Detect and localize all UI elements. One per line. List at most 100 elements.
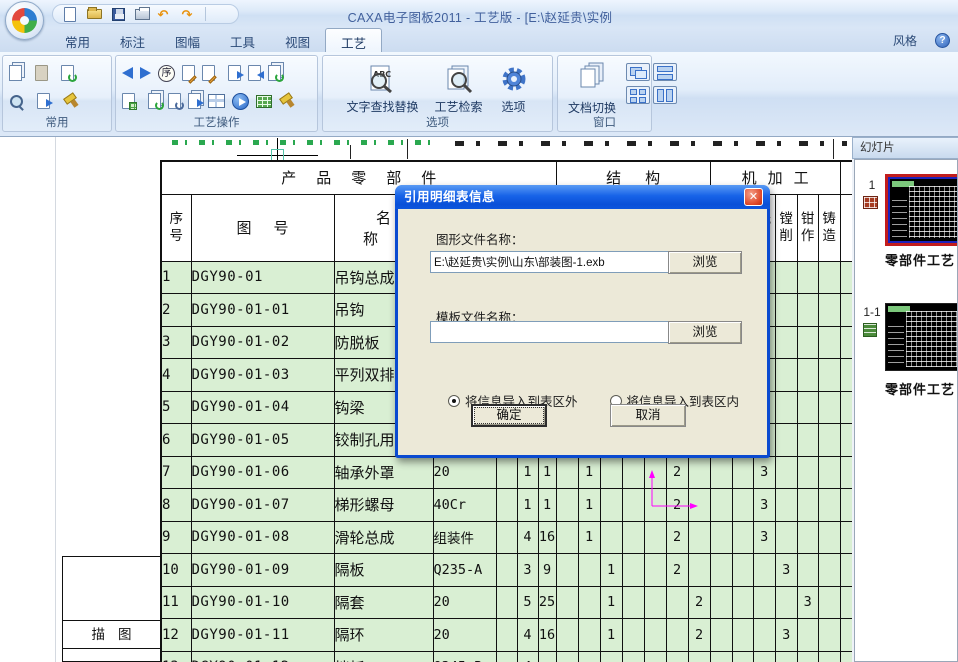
redo-button[interactable]: ↷ bbox=[181, 6, 199, 23]
import-card-button[interactable] bbox=[246, 61, 263, 85]
gear-icon bbox=[499, 63, 529, 95]
tab-常用[interactable]: 常用 bbox=[50, 28, 105, 52]
tab-工具[interactable]: 工具 bbox=[215, 28, 270, 52]
redraw-button[interactable] bbox=[61, 89, 79, 113]
row-material-cell: 组装件 bbox=[433, 521, 496, 554]
row-code-cell: DGY90-01-10 bbox=[191, 586, 334, 619]
proc-mark-cell bbox=[644, 619, 666, 652]
row-qty-cell: 3 bbox=[517, 554, 538, 587]
back-card-button[interactable] bbox=[120, 61, 135, 85]
print-icon bbox=[135, 9, 150, 20]
export-card-button[interactable] bbox=[226, 61, 243, 85]
tab-标注[interactable]: 标注 bbox=[105, 28, 160, 52]
import-mode-radios: 将信息导入到表区外 将信息导入到表区内 bbox=[398, 391, 767, 410]
canvas-left-edge bbox=[55, 137, 56, 662]
template-file-input[interactable] bbox=[430, 321, 676, 343]
proc-mark-cell bbox=[578, 651, 600, 662]
ok-button[interactable]: 确定 bbox=[471, 404, 547, 427]
tile-vertical-button[interactable] bbox=[653, 86, 677, 104]
brush-button[interactable] bbox=[277, 89, 295, 113]
proc-mark-cell bbox=[797, 261, 818, 294]
refresh-button[interactable] bbox=[59, 61, 76, 85]
paste-button[interactable] bbox=[33, 61, 56, 85]
pan-button[interactable] bbox=[35, 89, 58, 113]
slide-thumbnail[interactable] bbox=[885, 174, 958, 246]
browse-template-button[interactable]: 浏览 bbox=[668, 321, 742, 344]
sequence-icon: 序 bbox=[158, 65, 175, 82]
new-document-button[interactable] bbox=[61, 6, 79, 23]
row-no-cell: 7 bbox=[161, 456, 191, 489]
tile-grid-button[interactable] bbox=[626, 86, 650, 104]
proc-mark-cell bbox=[710, 489, 732, 522]
undo-button[interactable]: ↶ bbox=[157, 6, 175, 23]
redraw-brush-icon bbox=[63, 94, 77, 108]
swap-pages-button[interactable] bbox=[166, 89, 183, 113]
table-row: 7DGY90-01-06轴承外罩2011123 bbox=[161, 456, 869, 489]
slide-thumbnail[interactable] bbox=[885, 303, 958, 371]
proc-mark-cell bbox=[622, 456, 644, 489]
cycle-pages-button[interactable] bbox=[186, 89, 203, 113]
row-code-cell: DGY90-01-02 bbox=[191, 326, 334, 359]
play-button[interactable] bbox=[230, 89, 251, 113]
col-header-seq: 序号 bbox=[161, 194, 191, 261]
copy-button[interactable] bbox=[7, 61, 30, 85]
coordinate-marker bbox=[644, 468, 702, 510]
slide-number: 1 bbox=[861, 178, 883, 192]
clipped-green-geometry bbox=[172, 140, 437, 145]
proc-mark-cell bbox=[556, 456, 578, 489]
row-code-cell: DGY90-01-08 bbox=[191, 521, 334, 554]
proc-mark-cell bbox=[732, 554, 753, 587]
table-row: 10DGY90-01-09隔板Q235-A39123 bbox=[161, 554, 869, 587]
tab-图幅[interactable]: 图幅 bbox=[160, 28, 215, 52]
proc-mark-cell bbox=[600, 521, 622, 554]
import-table-button[interactable] bbox=[120, 89, 143, 113]
style-menu-button[interactable]: 风格 bbox=[893, 32, 917, 49]
play-icon bbox=[232, 93, 249, 110]
print-button[interactable] bbox=[133, 6, 151, 23]
cancel-button[interactable]: 取消 bbox=[610, 404, 686, 427]
dialog-titlebar[interactable]: 引用明细表信息 bbox=[395, 185, 770, 209]
proc-mark-cell bbox=[818, 391, 840, 424]
help-icon[interactable]: ? bbox=[935, 33, 950, 48]
edit-card-button[interactable] bbox=[180, 61, 197, 85]
refresh-cards-button[interactable] bbox=[146, 89, 163, 113]
sequence-button[interactable]: 序 bbox=[156, 61, 177, 85]
forward-card-button[interactable] bbox=[138, 61, 153, 85]
proc-mark-cell bbox=[797, 326, 818, 359]
row-code-cell: DGY90-01 bbox=[191, 261, 334, 294]
tab-工艺[interactable]: 工艺 bbox=[325, 28, 382, 52]
cascade-windows-button[interactable] bbox=[626, 63, 650, 81]
exchange-cards-button[interactable] bbox=[266, 61, 283, 85]
close-icon[interactable]: ✕ bbox=[744, 188, 763, 206]
export-card-icon bbox=[228, 65, 241, 81]
row-name-cell: 隔环 bbox=[334, 619, 433, 652]
clipped-line bbox=[407, 139, 408, 159]
proc-mark-cell bbox=[775, 294, 797, 327]
row-no-cell: 4 bbox=[161, 359, 191, 392]
row-no-cell: 9 bbox=[161, 521, 191, 554]
graphic-file-input[interactable] bbox=[430, 251, 676, 273]
row-no-cell: 3 bbox=[161, 326, 191, 359]
layout-grid-button[interactable] bbox=[206, 89, 227, 113]
table-button[interactable] bbox=[254, 89, 274, 113]
row-total-cell: 25 bbox=[538, 586, 556, 619]
slide-page-icon bbox=[863, 323, 877, 337]
open-document-button[interactable] bbox=[85, 6, 103, 23]
tab-视图[interactable]: 视图 bbox=[270, 28, 325, 52]
col-header-proc: 铸造 bbox=[818, 194, 840, 261]
tile-horizontal-button[interactable] bbox=[653, 63, 677, 81]
app-logo-button[interactable] bbox=[5, 1, 44, 40]
zoom-button[interactable] bbox=[7, 89, 32, 113]
edit-table-button[interactable] bbox=[200, 61, 223, 85]
proc-mark-cell bbox=[775, 261, 797, 294]
proc-mark-cell bbox=[797, 651, 818, 662]
row-no-cell: 10 bbox=[161, 554, 191, 587]
save-button[interactable] bbox=[109, 6, 127, 23]
browse-graphic-button[interactable]: 浏览 bbox=[668, 251, 742, 274]
proc-mark-cell bbox=[578, 619, 600, 652]
row-empty-cell bbox=[496, 586, 517, 619]
proc-mark-cell bbox=[688, 651, 710, 662]
proc-mark-cell bbox=[556, 521, 578, 554]
proc-mark-cell bbox=[818, 294, 840, 327]
toolbar-options-button[interactable] bbox=[212, 6, 230, 23]
